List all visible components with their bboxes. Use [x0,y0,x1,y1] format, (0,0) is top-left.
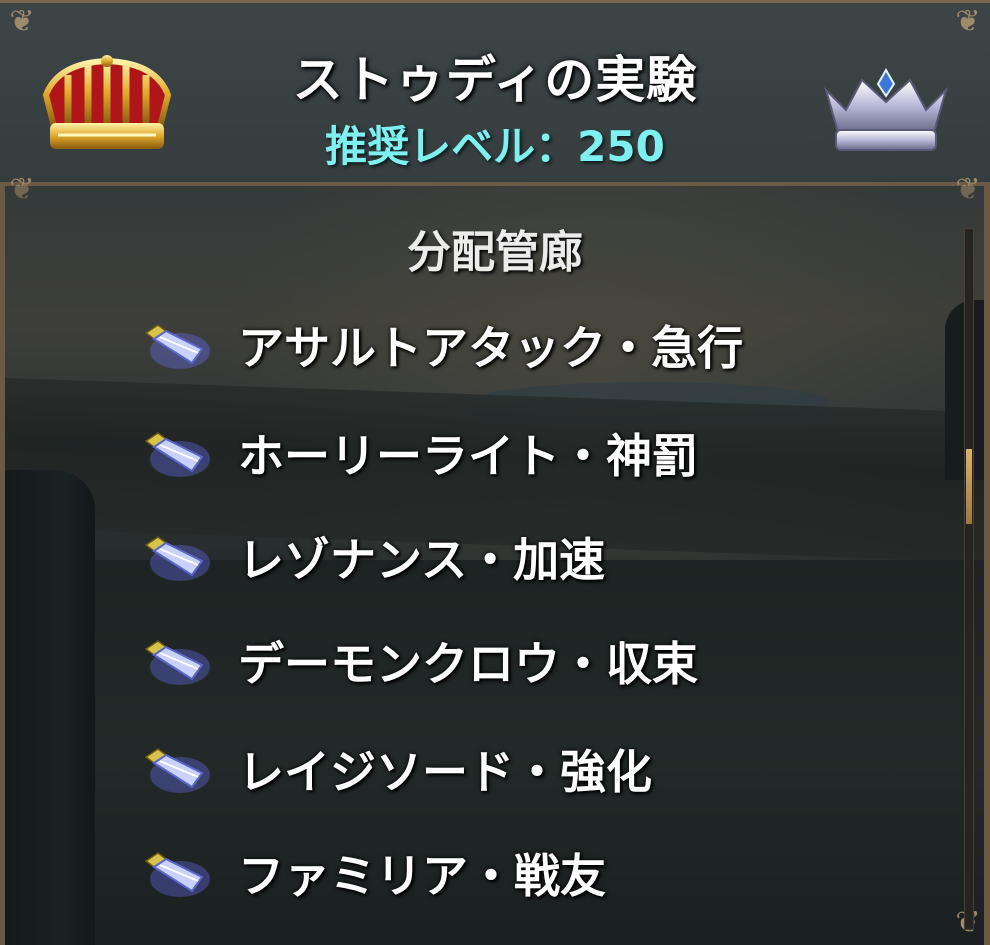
section-title: 分配管廊 [407,227,583,278]
item-label: レイジソード・強化 [238,745,652,799]
list-item[interactable]: レイジソード・強化 [140,729,900,809]
dungeon-title: ストゥディの実験 [292,51,698,109]
list-item[interactable]: アサルトアタック・急行 [140,305,900,385]
blue-crystal-icon [144,852,210,897]
item-label: ファミリア・戦友 [238,849,606,903]
blue-crystal-icon [144,748,210,793]
frame-corner-ornament: ❦ [955,4,981,39]
recommended-level: 推奨レベル：250 [325,122,665,171]
item-label: アサルトアタック・急行 [238,321,744,375]
item-label: レゾナンス・加速 [238,533,606,587]
list-item[interactable]: レゾナンス・加速 [140,517,900,597]
item-label: デーモンクロウ・収束 [238,637,698,691]
list-item[interactable]: デーモンクロウ・収束 [140,621,900,701]
scrollbar[interactable] [964,228,974,930]
list-item[interactable]: ホーリーライト・神罰 [140,413,900,493]
item-label: ホーリーライト・神罰 [238,429,698,483]
scroll-thumb[interactable] [966,449,972,524]
list-item[interactable]: ファミリア・戦友 [140,833,900,913]
frame-corner-ornament: ❦ [9,4,35,39]
blue-crystal-icon [144,536,210,581]
panel-frame-left [0,186,5,945]
blue-crystal-icon [144,432,210,477]
blue-crystal-icon [144,640,210,685]
panel-frame-right [984,186,990,945]
blue-crystal-icon [144,324,210,369]
